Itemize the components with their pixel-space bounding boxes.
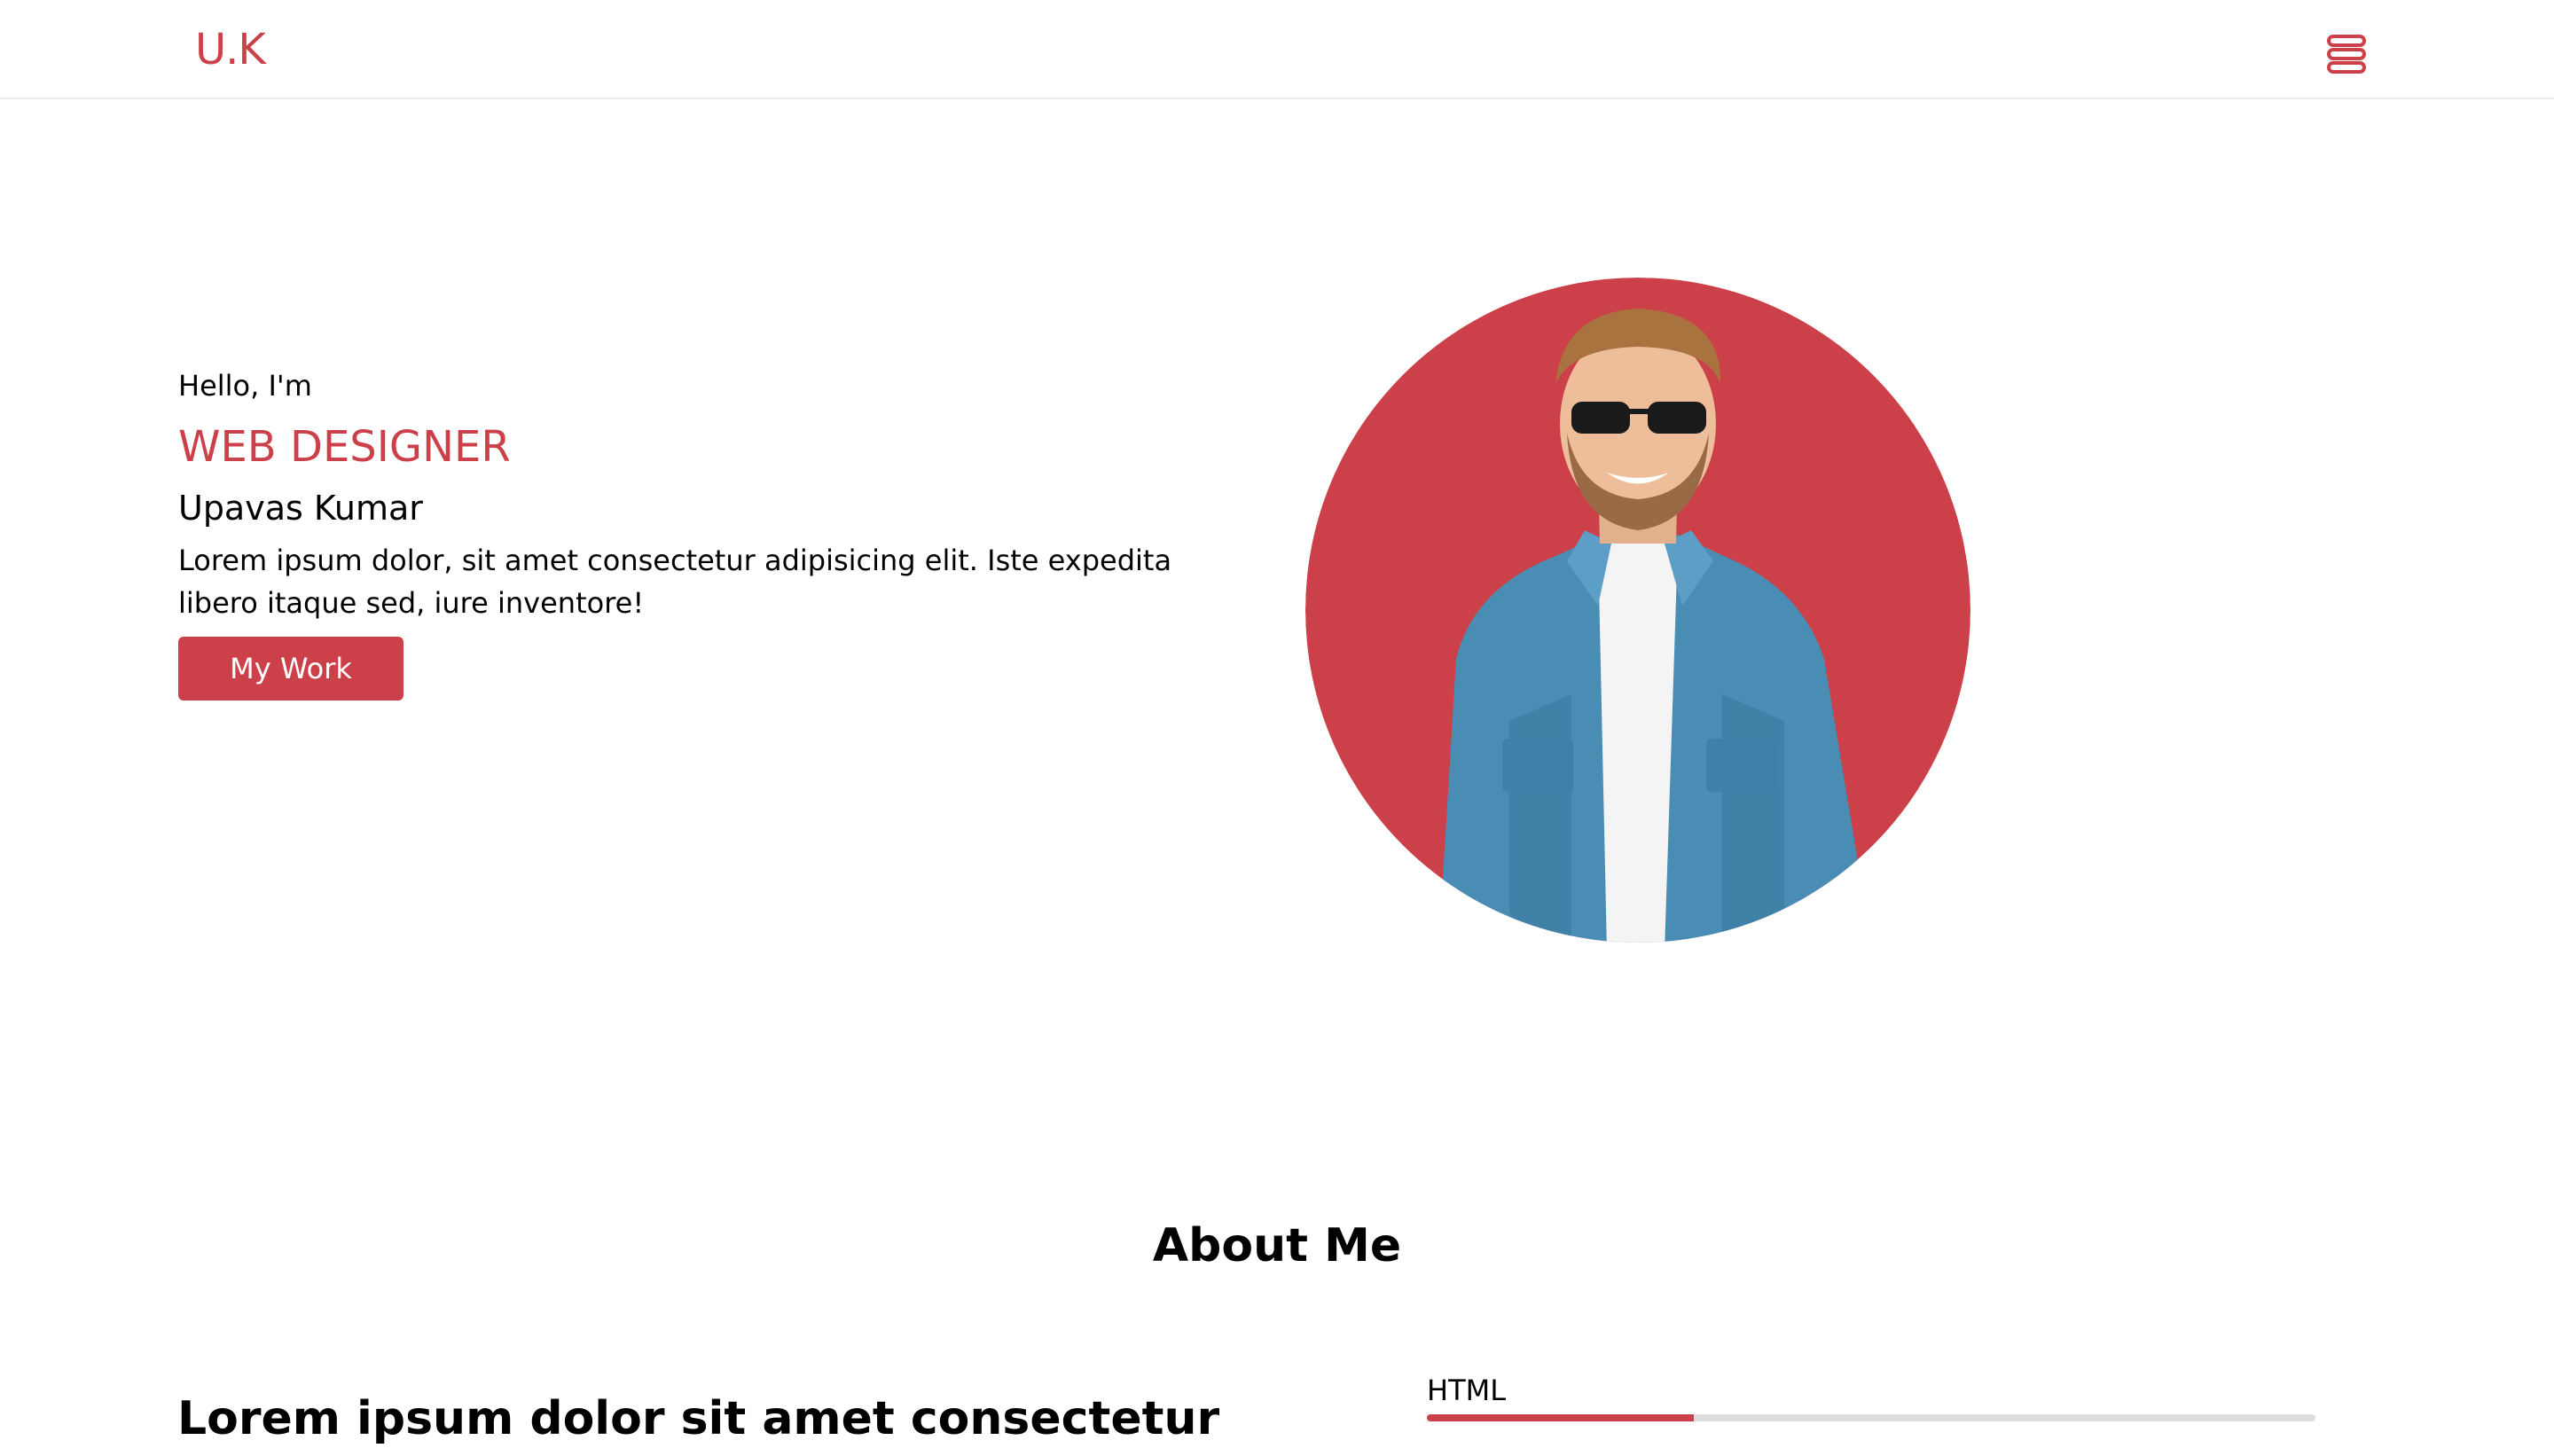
- profile-portrait: [1305, 278, 1970, 943]
- skill-label: HTML: [1427, 1374, 1507, 1407]
- about-title: About Me: [1152, 1219, 1402, 1272]
- skill-html: HTML: [1427, 1370, 2315, 1421]
- hero-section: Hello, I'm WEB DESIGNER Upavas Kumar Lor…: [178, 364, 1260, 701]
- my-work-button[interactable]: My Work: [178, 637, 403, 701]
- about-subtitle: Lorem ipsum dolor sit amet consectetur: [177, 1392, 1220, 1445]
- hero-role: WEB DESIGNER: [178, 422, 511, 472]
- site-header: U.K: [0, 0, 2554, 99]
- hamburger-menu-icon[interactable]: [2326, 34, 2367, 74]
- hero-bio: Lorem ipsum dolor, sit amet consectetur …: [178, 544, 1172, 620]
- site-logo[interactable]: U.K: [195, 23, 266, 76]
- skill-progress-fill: [1427, 1414, 1694, 1421]
- hero-greeting: Hello, I'm: [178, 369, 312, 403]
- hero-name: Upavas Kumar: [178, 489, 423, 528]
- skill-progress-track: [1427, 1414, 2315, 1421]
